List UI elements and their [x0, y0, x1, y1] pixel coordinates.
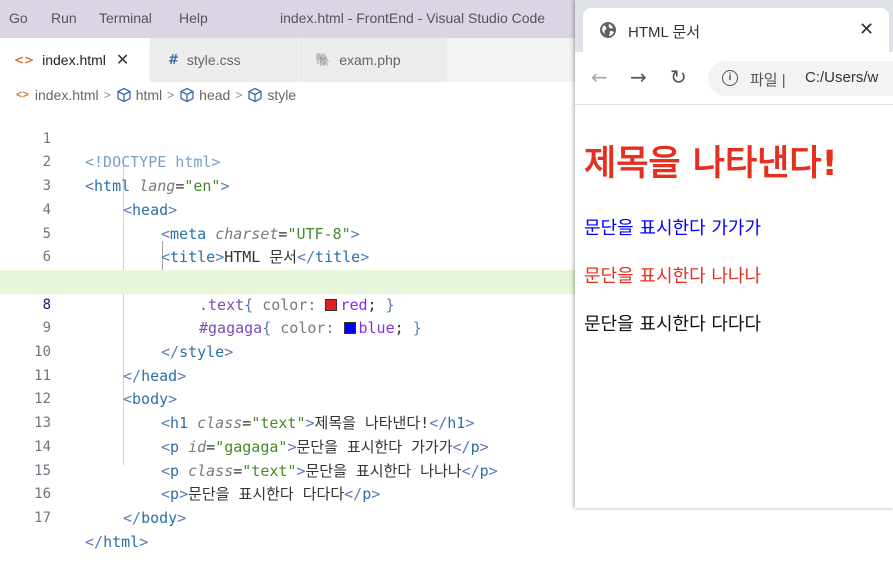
code-line-9: 9 </style>: [0, 294, 575, 361]
breadcrumb-item-file[interactable]: <> index.html: [16, 87, 99, 103]
code-line-11: 11 <body>: [0, 341, 575, 409]
breadcrumb-item-style[interactable]: style: [247, 87, 296, 103]
code-line-12: 12 <h1 class="text">제목을 나타낸다!</h1>: [0, 365, 575, 432]
code-line-8: 8 #gagaga{ color: blue; }: [0, 269, 575, 337]
tab-label: exam.php: [339, 52, 401, 68]
browser-window: HTML 문서 ✕ ← → ↻ i 파일 | C:/Users/w 제목을 나타…: [575, 0, 893, 508]
code-line-4: 4 <meta charset="UTF-8">: [0, 175, 575, 243]
close-icon[interactable]: ✕: [116, 50, 129, 70]
element-icon: [180, 87, 194, 103]
menu-go[interactable]: Go: [9, 10, 28, 26]
tag-bracket: </: [85, 532, 104, 551]
code-line-5: 5 <title>HTML 문서</title>: [0, 199, 575, 267]
css-file-icon: #: [168, 52, 179, 68]
vscode-window: Go Run Terminal Help index.html - FrontE…: [0, 0, 575, 551]
tab-style-css[interactable]: # style.css: [150, 38, 298, 82]
code-line-15: 15 <p>문단을 표시한다 다다다</p>: [0, 436, 575, 504]
rendered-page: 제목을 나타낸다! 문단을 표시한다 가가가 문단을 표시한다 나나나 문단을 …: [575, 105, 893, 508]
info-icon[interactable]: i: [722, 70, 738, 86]
title-bar: Go Run Terminal Help index.html - FrontE…: [0, 0, 575, 38]
breadcrumb-item-html[interactable]: html: [116, 87, 162, 103]
close-icon[interactable]: ✕: [859, 19, 874, 40]
line-number: 17: [34, 509, 51, 526]
menu-help[interactable]: Help: [179, 10, 208, 26]
breadcrumb-label: html: [135, 87, 163, 103]
tab-label: style.css: [186, 52, 241, 68]
page-heading: 제목을 나타낸다!: [584, 144, 838, 184]
tab-exam-php[interactable]: 🐘 exam.php: [299, 38, 447, 82]
menu-terminal[interactable]: Terminal: [99, 10, 152, 26]
code-line-3: 3 <head>: [0, 151, 575, 219]
breadcrumb-label: style: [267, 87, 297, 103]
code-line-16: 16 </body>: [0, 460, 575, 527]
chevron-right-icon: >: [103, 88, 111, 102]
chevron-right-icon: >: [167, 88, 175, 102]
code-line-6: 6 <style>: [0, 223, 575, 290]
paragraph-text: 문단을 표시한다 나나나: [584, 266, 762, 287]
menu-run[interactable]: Run: [51, 10, 77, 26]
tab-index-html[interactable]: <> index.html ✕: [0, 38, 149, 82]
tag-name: body: [141, 508, 178, 527]
back-arrow-icon[interactable]: ←: [591, 66, 608, 88]
element-icon: [248, 87, 262, 103]
globe-icon: [600, 22, 616, 38]
paragraph-gagaga: 문단을 표시한다 가가가: [584, 218, 762, 239]
address-url[interactable]: C:/Users/w: [805, 69, 878, 86]
code-line-14: 14 <p class="text">문단을 표시한다 나나나</p>: [0, 412, 575, 480]
code-line-13: 13 <p id="gagaga">문단을 표시한다 가가가</p>: [0, 388, 575, 456]
code-line-1: 1 <!DOCTYPE html>: [0, 104, 575, 172]
forward-arrow-icon[interactable]: →: [630, 66, 647, 88]
breadcrumb-label: head: [199, 87, 231, 103]
code-line-17: 17 </html>: [0, 483, 575, 551]
code-line-7: 7 .text{ color: red; }: [0, 246, 575, 314]
address-bar[interactable]: i 파일 | C:/Users/w: [708, 61, 893, 96]
code-line-2: 2 <html lang="en">: [0, 128, 575, 195]
tag-bracket: >: [177, 508, 187, 527]
browser-tab-title: HTML 문서: [628, 24, 701, 41]
window-title: index.html - FrontEnd - Visual Studio Co…: [280, 10, 546, 26]
html-file-icon: <>: [16, 89, 29, 101]
breadcrumb-item-head[interactable]: head: [179, 87, 230, 103]
browser-tab[interactable]: HTML 문서 ✕: [583, 8, 889, 52]
reload-icon[interactable]: ↻: [670, 66, 687, 88]
code-editor[interactable]: 1 <!DOCTYPE html> 2 <html lang="en"> 3 <…: [0, 108, 575, 551]
code-line-10: 10 </head>: [0, 317, 575, 385]
php-file-icon: 🐘: [315, 52, 332, 68]
chevron-right-icon: >: [235, 88, 243, 102]
tab-label: index.html: [42, 52, 106, 68]
browser-tab-strip: HTML 문서 ✕: [575, 0, 893, 52]
browser-toolbar: ← → ↻ i 파일 | C:/Users/w: [575, 52, 893, 105]
html-file-icon: <>: [14, 53, 35, 67]
tag-bracket: </: [123, 508, 142, 527]
breadcrumb-label: index.html: [34, 87, 99, 103]
tag-name: html: [103, 532, 140, 551]
tag-bracket: >: [139, 532, 149, 551]
editor-tab-bar: <> index.html ✕ # style.css 🐘 exam.php: [0, 38, 575, 82]
address-scheme-label: 파일 |: [750, 72, 786, 89]
element-icon: [117, 87, 131, 103]
paragraph-plain: 문단을 표시한다 다다다: [584, 314, 762, 335]
